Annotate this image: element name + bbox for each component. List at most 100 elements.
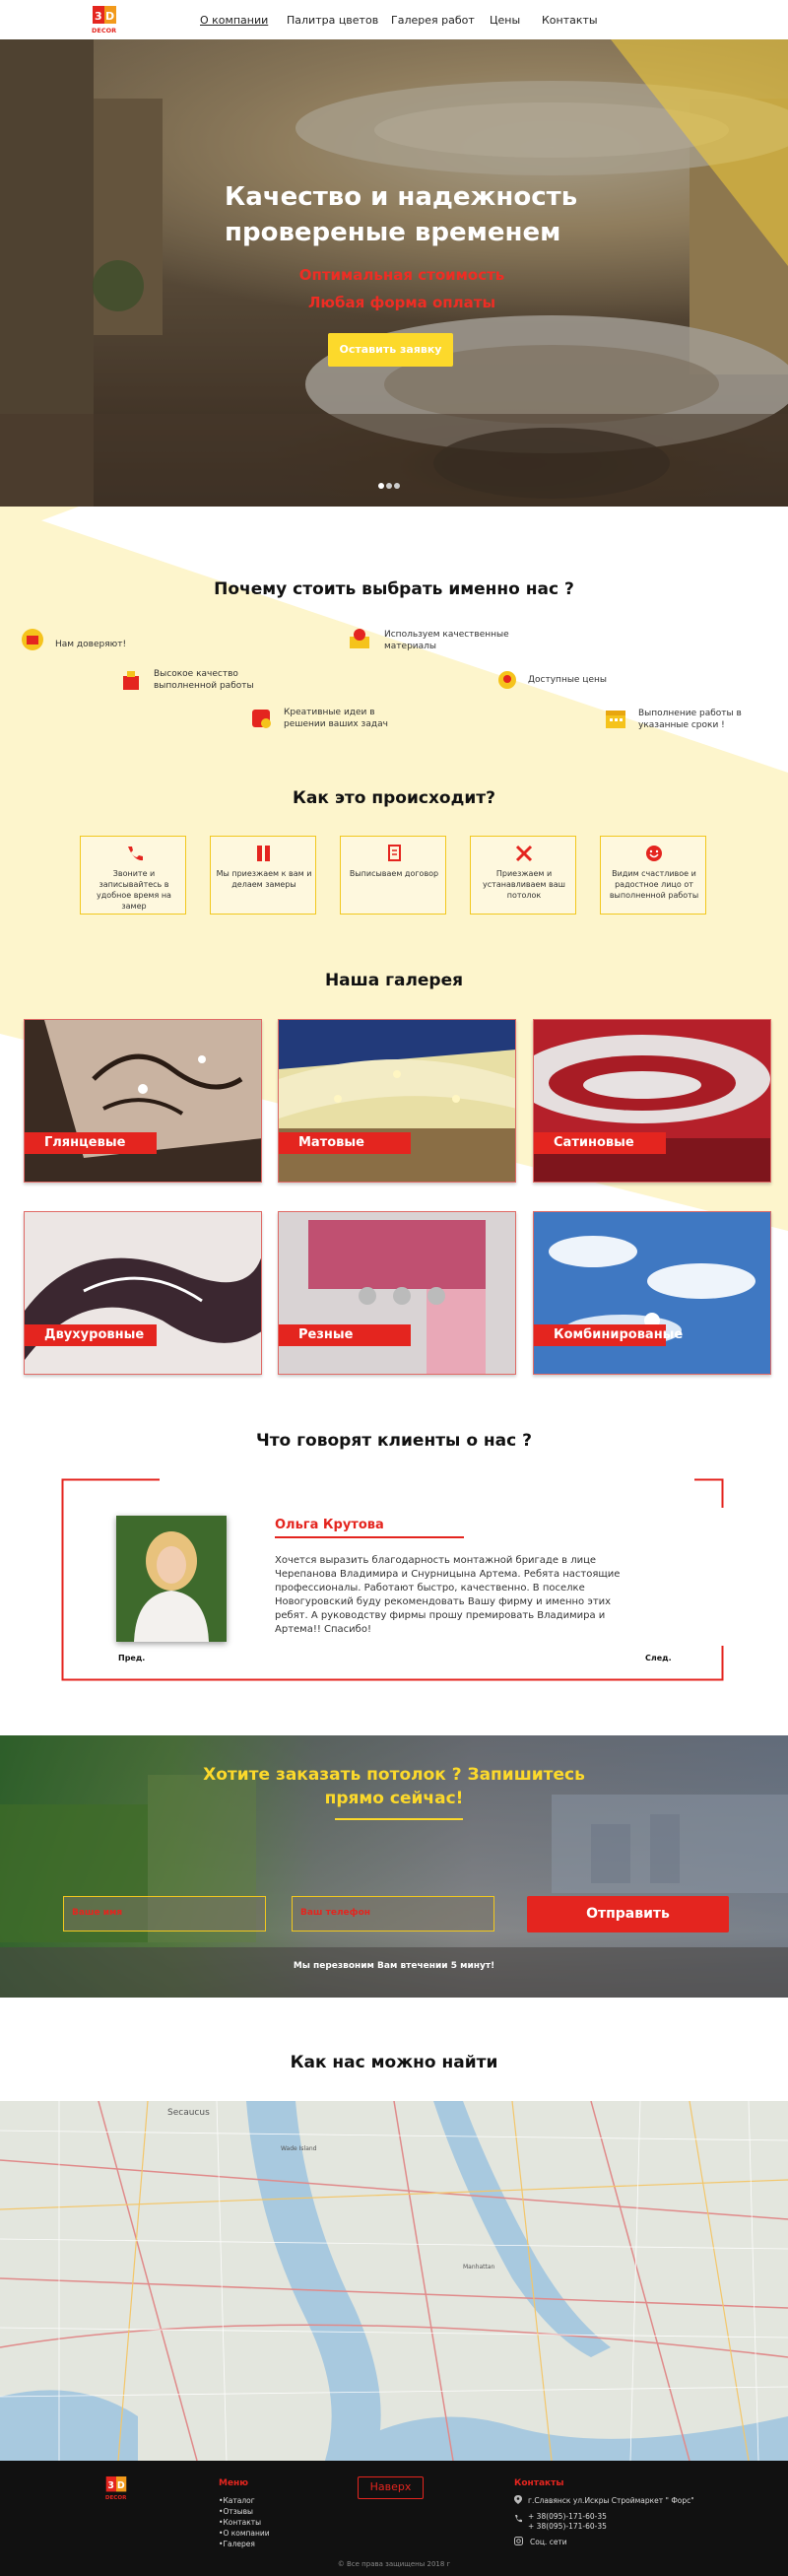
document-icon [388,845,401,861]
slider-dots [378,483,408,491]
step-contract: Выписываем договор [340,836,446,915]
gallery-image [279,1020,515,1182]
map[interactable]: Secaucus Wade Island Manhattan [0,2101,788,2461]
step-text: Видим счастливое и радостное лицо от вып… [609,869,699,900]
footer-menu-item[interactable]: •Контакты [219,2518,261,2527]
order-title-underline [335,1818,463,1820]
gallery-image [534,1212,770,1374]
footer-phone-2[interactable]: + 38(095)-171-60-35 [528,2522,607,2531]
idea-icon [252,710,271,728]
benefit-deadlines: Выполнение работы в указанные сроки ! [638,709,742,730]
nav-contacts[interactable]: Контакты [542,14,598,27]
svg-text:DECOR: DECOR [105,2495,127,2501]
benefit-trust: Нам доверяют! [55,640,127,649]
benefit-quality: Высокое качество выполненной работы [154,669,254,691]
how-it-works-title: Как это происходит? [293,788,495,808]
instagram-icon[interactable] [514,2537,523,2545]
order-title-line-1: Хотите заказать потолок ? Запишитесь [203,1765,585,1785]
gallery-image [25,1212,261,1374]
order-title-line-2: прямо сейчас! [324,1789,464,1808]
materials-icon [350,629,369,648]
svg-text:3: 3 [95,10,102,23]
nav-prices[interactable]: Цены [490,14,520,27]
phone-icon [128,847,143,861]
tools-icon [515,845,533,862]
why-us-title: Почему стоить выбрать именно нас ? [214,579,574,599]
reviewer-underline [275,1536,464,1538]
gallery-item-combined[interactable]: Комбинированые [533,1211,771,1375]
hero-slider: Качество и надежность провереные времене… [0,39,788,507]
leave-request-button[interactable]: Оставить заявку [328,333,453,367]
hero-title-line-2: провереные временем [225,218,561,247]
footer-menu-item[interactable]: •Отзывы [219,2507,253,2516]
map-label: Wade Island [281,2145,317,2152]
nav-gallery[interactable]: Галерея работ [391,14,475,27]
gallery-item-glossy[interactable]: Глянцевые [24,1019,262,1183]
footer-social[interactable]: Соц. сети [530,2538,567,2546]
name-input[interactable]: Ваше имя [63,1896,266,1932]
footer: 3 D DECOR Меню •Каталог •Отзывы •Контакт… [0,2461,788,2576]
gallery-title: Наша галерея [324,971,464,990]
step-text: Выписываем договор [349,869,439,878]
price-icon [498,671,516,689]
nav-about[interactable]: О компании [200,14,268,27]
calendar-icon [606,711,625,728]
phone-input[interactable]: Ваш телефон [292,1896,494,1932]
site-header: 3 D DECOR О компании Палитра цветов Гале… [0,0,788,39]
reviews-title: Что говорят клиенты о нас ? [255,1431,533,1451]
gallery-label: Резные [279,1324,411,1346]
nav-palette[interactable]: Палитра цветов [287,14,378,27]
hero-title: Качество и надежность провереные времене… [225,179,619,250]
gallery-item-carved[interactable]: Резные [278,1211,516,1375]
gallery-label: Глянцевые [25,1132,157,1154]
review-text: Хочется выразить благодарность монтажной… [275,1555,621,1635]
review-next-button[interactable]: След. [645,1654,672,1662]
hero-subtitle-price: Оптимальная стоимость [298,266,505,284]
slider-dot[interactable] [394,483,400,489]
avatar [116,1516,227,1642]
benefit-ideas: Креативные идеи в решении ваших задач [284,708,388,729]
footer-contacts-title: Контакты [514,2478,564,2488]
map-canvas[interactable]: Secaucus Wade Island Manhattan [0,2101,788,2461]
review-prev-button[interactable]: Пред. [118,1654,145,1662]
footer-menu-item[interactable]: •О компании [219,2529,270,2538]
order-title: Хотите заказать потолок ? Запишитесь пря… [197,1763,591,1810]
gallery-image [25,1020,261,1182]
slider-dot[interactable] [378,483,384,489]
ruler-icon [257,846,270,861]
phone-icon [515,2515,522,2523]
footer-menu-item[interactable]: •Каталог [219,2496,255,2505]
reviewer-name: Ольга Крутова [275,1518,384,1532]
gallery-image [279,1212,515,1374]
gallery-image [534,1020,770,1182]
scroll-top-button[interactable]: Наверх [358,2476,424,2499]
step-text: Мы приезжаем к вам и делаем замеры [216,869,312,889]
benefit-materials: Используем качественные материалы [384,630,509,651]
svg-text:D: D [117,2480,125,2491]
gallery-label: Двухуровные [25,1324,157,1346]
svg-text:DECOR: DECOR [92,27,116,34]
map-title: Как нас можно найти [290,2053,498,2072]
gallery-item-two-level[interactable]: Двухуровные [24,1211,262,1375]
footer-logo[interactable]: 3 D DECOR [104,2474,128,2502]
footer-menu-item[interactable]: •Галерея [219,2540,255,2548]
svg-text:3: 3 [107,2480,114,2491]
map-label: Secaucus [167,2108,210,2118]
gallery-label: Матовые [279,1132,411,1154]
hero-subtitle-payment: Любая форма оплаты [307,294,496,311]
gallery-item-satin[interactable]: Сатиновые [533,1019,771,1183]
gallery-label: Комбинированые [534,1324,683,1346]
logo[interactable]: 3 D DECOR [91,4,118,35]
svg-text:D: D [105,10,114,23]
send-button[interactable]: Отправить [527,1896,729,1932]
gallery-item-matte[interactable]: Матовые [278,1019,516,1183]
footer-menu-title: Меню [219,2478,249,2488]
footer-address: г.Славянск ул.Искры Строймаркет " Форс" [528,2496,694,2505]
footer-phone-1[interactable]: + 38(095)-171-60-35 [528,2512,607,2521]
hero-title-line-1: Качество и надежность [225,182,578,212]
step-text: Приезжаем и устанавливаем ваш потолок [483,869,565,900]
location-icon [514,2495,522,2504]
step-text: Звоните и записывайтесь в удобное время … [97,869,171,911]
slider-dot[interactable] [386,483,392,489]
step-call: Звоните и записывайтесь в удобное время … [80,836,186,915]
